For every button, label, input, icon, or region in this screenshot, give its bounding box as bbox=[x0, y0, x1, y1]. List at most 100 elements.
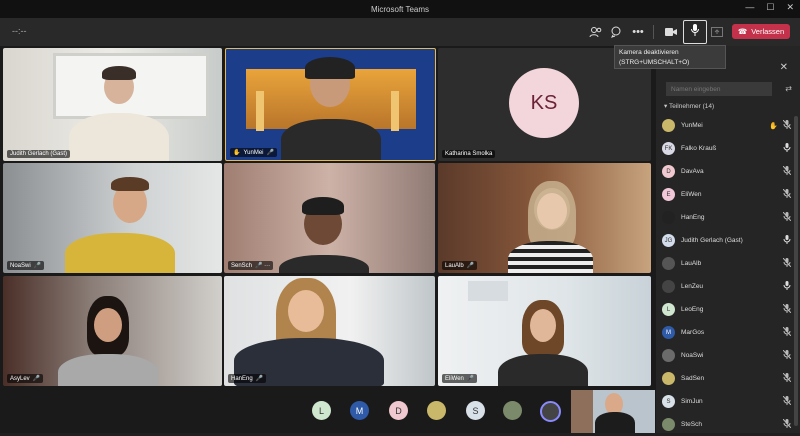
maximize-button[interactable]: ☐ bbox=[766, 2, 774, 13]
close-window-button[interactable]: ✕ bbox=[786, 2, 794, 13]
headphones bbox=[305, 57, 355, 79]
participant-name: MarGos bbox=[681, 329, 705, 336]
mic-muted-icon bbox=[782, 326, 792, 338]
participant-face-front bbox=[288, 290, 324, 332]
avatar bbox=[662, 257, 675, 270]
tile-name-label: NoaSwi 🎤 bbox=[7, 261, 45, 270]
mic-muted-icon: 🎤 bbox=[266, 150, 274, 156]
participant-row[interactable]: YunMei ✋ bbox=[662, 114, 792, 137]
video-tile[interactable]: NoaSwi 🎤 bbox=[3, 163, 222, 273]
video-tile[interactable]: HanEng 🎤 bbox=[224, 276, 435, 386]
participant-name: LauAlb bbox=[681, 260, 702, 267]
participant-avatar[interactable]: L bbox=[312, 401, 331, 420]
participant-hair bbox=[111, 177, 149, 191]
avatar: D bbox=[662, 165, 675, 178]
share-icon[interactable] bbox=[709, 24, 725, 40]
microphone-icon bbox=[691, 23, 699, 41]
participant-row[interactable]: HanEng bbox=[662, 206, 792, 229]
tile-name: NoaSwi bbox=[10, 262, 31, 269]
avatar bbox=[662, 372, 675, 385]
camera-icon[interactable] bbox=[663, 24, 679, 40]
participant-row[interactable]: S SimJun bbox=[662, 390, 792, 413]
tile-name: AsyLev bbox=[10, 375, 30, 382]
participant-row[interactable]: SadSen bbox=[662, 367, 792, 390]
participant-name: DavAva bbox=[681, 168, 704, 175]
chevron-down-icon: ▾ bbox=[664, 103, 668, 110]
chat-icon[interactable] bbox=[608, 24, 624, 40]
video-tile[interactable]: SenSch 🎤 ··· bbox=[224, 163, 435, 273]
participant-name: LeoEng bbox=[681, 306, 704, 313]
mic-muted-icon bbox=[782, 257, 792, 269]
avatar bbox=[662, 418, 675, 431]
mic-muted-icon: 🎤 bbox=[32, 376, 41, 382]
mic-muted-icon bbox=[782, 303, 792, 315]
participant-row[interactable]: L LeoEng bbox=[662, 298, 792, 321]
participant-name: EliWen bbox=[681, 191, 702, 198]
mic-muted-icon: 🎤 ··· bbox=[255, 263, 271, 269]
video-tile[interactable]: EliWen 🎤 bbox=[438, 276, 651, 386]
participant-row[interactable]: LauAlb bbox=[662, 252, 792, 275]
toolbar-divider bbox=[653, 25, 654, 39]
participant-row[interactable]: LenZeu bbox=[662, 275, 792, 298]
participant-row[interactable]: M MarGos bbox=[662, 321, 792, 344]
mic-muted-icon bbox=[782, 165, 792, 177]
raised-hand-icon: ✋ bbox=[233, 150, 241, 156]
more-icon[interactable]: ••• bbox=[630, 24, 646, 40]
video-tile[interactable]: Judith Gerlach (Gast) bbox=[3, 48, 222, 161]
leave-button[interactable]: ☎ Verlassen bbox=[732, 24, 790, 39]
participant-search-input[interactable] bbox=[666, 82, 772, 96]
participant-row[interactable]: NoaSwi bbox=[662, 344, 792, 367]
participant-avatar[interactable]: M bbox=[350, 401, 369, 420]
participant-hair bbox=[302, 197, 344, 215]
participants-list: YunMei ✋ FK Falko Krauß D DavAva E EliWen HanEng… bbox=[662, 114, 792, 436]
avatar-initials: KS bbox=[530, 91, 558, 114]
participant-avatar[interactable]: D bbox=[389, 401, 408, 420]
participants-panel: ✕ ⇄ ▾ Teilnehmer (14) YunMei ✋ FK Falko Kra… bbox=[656, 46, 800, 433]
participant-body bbox=[508, 241, 593, 273]
participant-row[interactable]: D DavAva bbox=[662, 160, 792, 183]
close-icon[interactable]: ✕ bbox=[780, 62, 788, 73]
mic-muted-icon: 🎤 bbox=[255, 376, 264, 382]
participant-name: HanEng bbox=[681, 214, 705, 221]
avatar bbox=[662, 280, 675, 293]
tile-name-label: Katharina Smolka bbox=[442, 150, 496, 158]
participant-row[interactable]: E EliWen bbox=[662, 183, 792, 206]
participant-name: SimJun bbox=[681, 398, 703, 405]
share-link-icon[interactable]: ⇄ bbox=[785, 84, 792, 93]
participant-hair bbox=[102, 66, 136, 80]
participant-body bbox=[595, 412, 635, 433]
participant-avatar[interactable] bbox=[503, 401, 522, 420]
minimize-button[interactable]: — bbox=[745, 2, 754, 13]
tile-name: SenSch bbox=[231, 262, 253, 269]
mic-muted-icon bbox=[782, 188, 792, 200]
tile-name-label: ✋ YunMei 🎤 bbox=[230, 148, 277, 157]
mic-muted-icon: 🎤 bbox=[466, 376, 475, 382]
video-tile[interactable]: AsyLev 🎤 bbox=[3, 276, 222, 386]
participant-avatar[interactable] bbox=[427, 401, 446, 420]
meeting-toolbar: --:-- ••• ☎ Verlassen bbox=[0, 18, 800, 46]
participant-avatar-speaking[interactable] bbox=[540, 401, 561, 422]
avatar: FK bbox=[662, 142, 675, 155]
participant-avatar[interactable]: S bbox=[466, 401, 485, 420]
tooltip-title: Kamera deaktivieren bbox=[619, 49, 679, 56]
microphone-button[interactable] bbox=[683, 20, 707, 44]
mic-muted-icon bbox=[782, 119, 792, 131]
mic-muted-icon: 🎤 bbox=[33, 263, 42, 269]
scrollbar[interactable] bbox=[794, 116, 798, 426]
video-tile[interactable]: LauAlb 🎤 bbox=[438, 163, 651, 273]
title-bar: Microsoft Teams — ☐ ✕ bbox=[0, 0, 800, 18]
self-video-preview[interactable] bbox=[571, 390, 655, 433]
participant-face-front bbox=[537, 193, 567, 229]
participant-row[interactable]: JG Judith Gerlach (Gast) bbox=[662, 229, 792, 252]
participant-name: NoaSwi bbox=[681, 352, 704, 359]
tile-name-label: EliWen 🎤 bbox=[442, 374, 478, 383]
participant-body bbox=[65, 233, 175, 273]
participants-section-header[interactable]: ▾ Teilnehmer (14) bbox=[664, 102, 714, 110]
people-icon[interactable] bbox=[587, 24, 603, 40]
video-tile-active[interactable]: ✋ YunMei 🎤 bbox=[225, 48, 436, 161]
participant-row[interactable]: FK Falko Krauß bbox=[662, 137, 792, 160]
avatar: L bbox=[662, 303, 675, 316]
participant-body bbox=[279, 255, 369, 273]
tile-name-label: LauAlb 🎤 bbox=[442, 261, 478, 270]
avatar: KS bbox=[509, 68, 579, 138]
